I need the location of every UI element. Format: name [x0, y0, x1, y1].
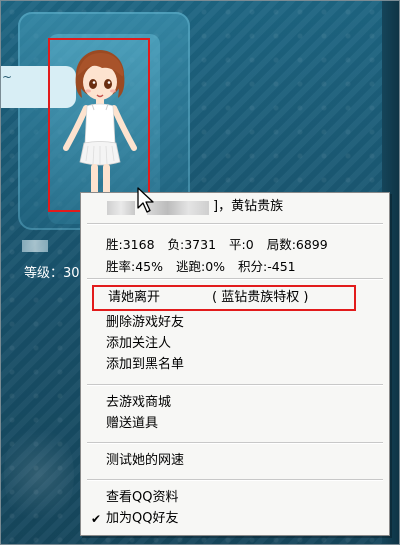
window-border: [0, 0, 400, 545]
